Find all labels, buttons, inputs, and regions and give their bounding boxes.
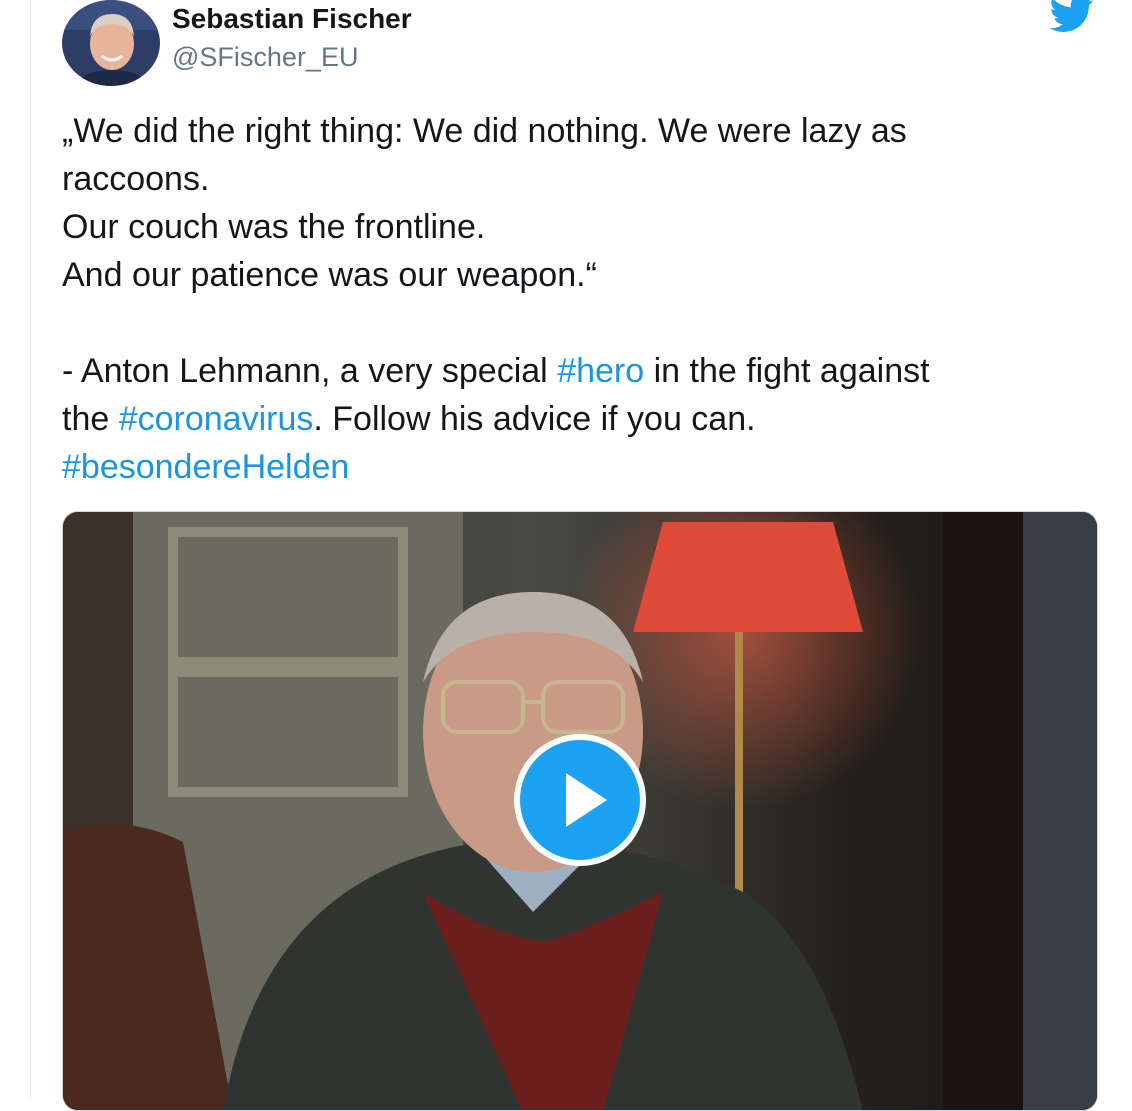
tweet-attribution-line-1: - Anton Lehmann, a very special #hero in… (62, 347, 1072, 395)
attribution-text-4: . Follow his advice if you can. (313, 400, 756, 438)
play-icon (566, 773, 607, 827)
tweet-text: „We did the right thing: We did nothing.… (62, 107, 1072, 491)
author-name[interactable]: Sebastian Fischer (172, 3, 412, 35)
tweet-attribution-line-3: #besondereHelden (62, 443, 1072, 491)
author-handle[interactable]: @SFischer_EU (172, 42, 358, 73)
hashtag-hero-link[interactable]: #hero (557, 352, 644, 390)
author-avatar[interactable] (62, 0, 160, 86)
tweet-line-4: And our patience was our weapon.“ (62, 256, 597, 294)
attribution-text-1: - Anton Lehmann, a very special (62, 352, 558, 390)
tweet-spacer (62, 299, 1072, 347)
video-player[interactable] (62, 511, 1098, 1111)
tweet-attribution-line-2: the #coronavirus. Follow his advice if y… (62, 395, 1072, 443)
avatar-photo (62, 0, 160, 86)
tweet-line-1: „We did the right thing: We did nothing.… (62, 112, 907, 150)
hashtag-besonderehelden-link[interactable]: #besondereHelden (62, 448, 349, 486)
play-button[interactable] (514, 734, 646, 866)
twitter-bird-icon[interactable] (1048, 0, 1096, 36)
tweet-line-2: raccoons. (62, 160, 210, 198)
attribution-text-3: the (62, 400, 119, 438)
tweet-line-3: Our couch was the frontline. (62, 208, 486, 246)
attribution-text-2: in the fight against (644, 352, 930, 390)
hashtag-coronavirus-link[interactable]: #coronavirus (119, 400, 314, 438)
